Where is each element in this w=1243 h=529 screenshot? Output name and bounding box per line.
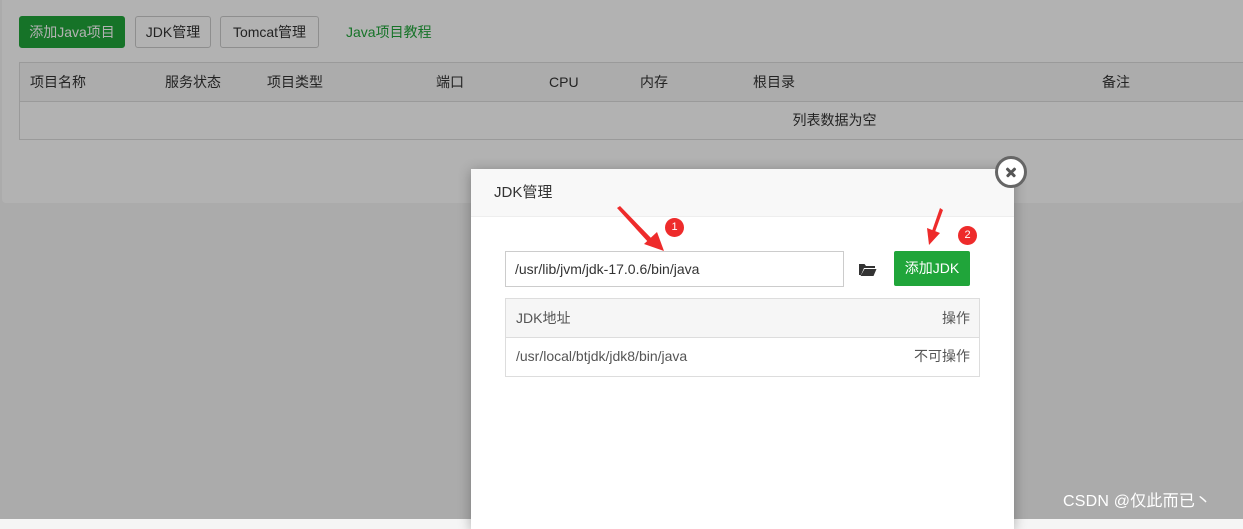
jdk-table: JDK地址 操作 /usr/local/btjdk/jdk8/bin/java … — [505, 298, 980, 377]
modal-header: JDK管理 — [471, 169, 1014, 217]
watermark: CSDN @仅此而已丶 — [1063, 493, 1212, 510]
jdk-row-path: /usr/local/btjdk/jdk8/bin/java — [516, 348, 688, 364]
annotation-badge-2: 2 — [958, 226, 977, 245]
add-jdk-button[interactable]: 添加JDK — [894, 251, 970, 286]
jdk-row-action: 不可操作 — [914, 348, 970, 364]
annotation-badge-1: 1 — [665, 218, 684, 237]
close-icon[interactable] — [995, 156, 1027, 188]
jdk-action-column-header: 操作 — [942, 310, 970, 326]
jdk-path-column-header: JDK地址 — [516, 310, 571, 326]
jdk-path-input[interactable] — [505, 251, 844, 287]
folder-open-icon[interactable] — [858, 261, 877, 277]
jdk-table-header: JDK地址 操作 — [506, 299, 979, 338]
modal-title: JDK管理 — [494, 184, 553, 201]
